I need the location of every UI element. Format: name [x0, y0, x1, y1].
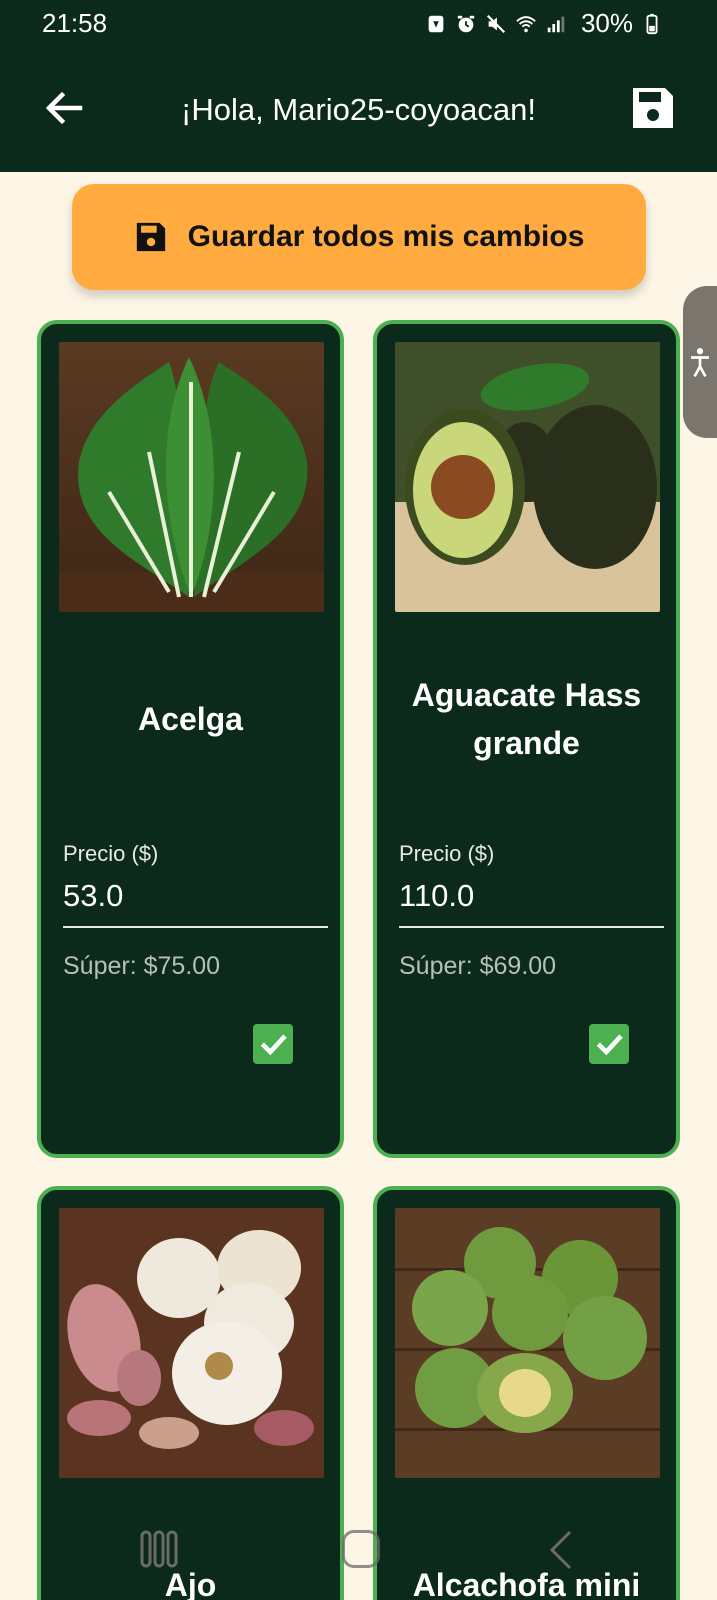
- check-icon: [260, 1034, 287, 1056]
- wifi-icon: [516, 15, 536, 32]
- product-image-garlic: [59, 1208, 324, 1478]
- product-name: Aguacate Hass grande: [411, 677, 642, 761]
- mute-icon: [486, 14, 506, 33]
- accessibility-icon: [691, 348, 709, 378]
- accessibility-tab[interactable]: [683, 286, 717, 438]
- super-price: Súper: $69.00: [399, 952, 557, 980]
- product-checkbox[interactable]: [253, 1024, 293, 1064]
- save-icon: [633, 88, 673, 128]
- battery-icon: [646, 13, 658, 34]
- save-button[interactable]: [629, 84, 677, 132]
- status-time: 21:58: [42, 8, 108, 38]
- app-notification-icon: [428, 15, 444, 32]
- super-price: Súper: $75.00: [63, 952, 221, 980]
- product-card: Acelga Precio ($) 53.0 Súper: $75.00: [37, 320, 344, 1158]
- system-nav-bar: [0, 1520, 717, 1600]
- save-all-button[interactable]: Guardar todos mis cambios: [72, 184, 646, 290]
- product-checkbox[interactable]: [589, 1024, 629, 1064]
- check-icon: [596, 1034, 623, 1056]
- recent-apps-icon[interactable]: [140, 1530, 178, 1568]
- signal-icon: [547, 16, 565, 32]
- price-label: Precio ($): [63, 841, 159, 866]
- status-bar: 21:58 30%: [0, 0, 717, 48]
- nav-back-icon[interactable]: [548, 1530, 574, 1570]
- save-all-label: Guardar todos mis cambios: [187, 220, 585, 253]
- price-input[interactable]: 110.0: [399, 876, 664, 928]
- price-label: Precio ($): [399, 841, 495, 866]
- alarm-icon: [457, 15, 475, 32]
- status-icons: 30%: [425, 8, 663, 39]
- battery-level: 30%: [580, 8, 633, 38]
- product-card: Aguacate Hass grande Precio ($) 110.0 Sú…: [373, 320, 680, 1158]
- home-icon[interactable]: [342, 1530, 380, 1568]
- product-image-avocado: [395, 342, 660, 612]
- page-title: ¡Hola, Mario25-coyoacan!: [181, 92, 536, 127]
- app-bar: ¡Hola, Mario25-coyoacan!: [0, 48, 717, 172]
- product-image-artichoke: [395, 1208, 660, 1478]
- product-name: Acelga: [138, 701, 243, 737]
- price-input[interactable]: 53.0: [63, 876, 328, 928]
- product-image-chard: [59, 342, 324, 612]
- save-icon: [136, 222, 165, 252]
